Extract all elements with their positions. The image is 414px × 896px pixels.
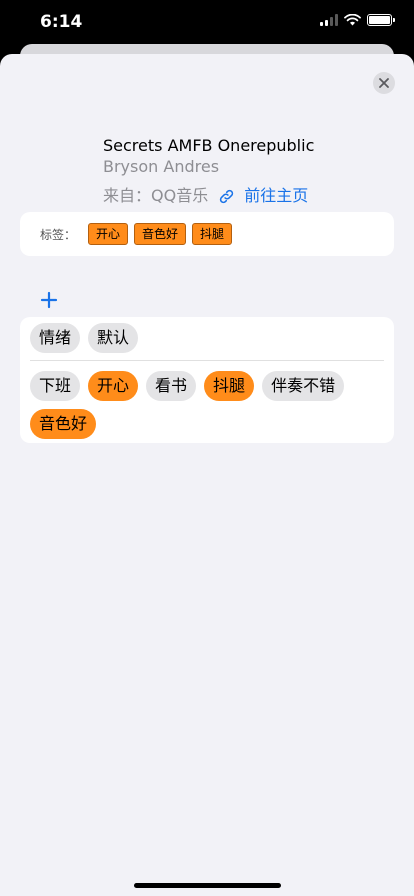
status-time: 6:14 <box>40 12 83 32</box>
current-tag: 抖腿 <box>192 223 233 245</box>
tag-option[interactable]: 音色好 <box>30 409 97 439</box>
tag-group-row: 情绪 默认 <box>30 323 139 353</box>
source-row: 来自：QQ音乐 前往主页 <box>103 186 314 206</box>
tag-option[interactable]: 伴奏不错 <box>262 371 345 401</box>
close-icon <box>379 78 389 88</box>
current-tag: 开心 <box>88 223 129 245</box>
song-info: Secrets AMFB Onerepublic Bryson Andres 来… <box>103 136 314 206</box>
status-icons <box>320 14 395 26</box>
homepage-link[interactable]: 前往主页 <box>244 186 308 206</box>
tag-options: 下班 开心 看书 抖腿 伴奏不错 音色好 <box>30 371 390 439</box>
battery-icon <box>367 14 395 26</box>
tag-group-emotion[interactable]: 情绪 <box>30 323 81 353</box>
home-indicator <box>134 883 281 888</box>
status-bar: 6:14 <box>0 0 414 44</box>
link-icon[interactable] <box>218 188 235 205</box>
song-title: Secrets AMFB Onerepublic <box>103 136 315 155</box>
close-button[interactable] <box>373 72 395 94</box>
tag-selection-panel: 情绪 默认 下班 开心 看书 抖腿 伴奏不错 音色好 <box>20 317 394 443</box>
tag-option[interactable]: 开心 <box>88 371 139 401</box>
tag-group-default[interactable]: 默认 <box>88 323 139 353</box>
wifi-icon <box>344 14 361 26</box>
artist-name: Bryson Andres <box>103 157 220 176</box>
divider <box>30 360 384 361</box>
tag-option[interactable]: 抖腿 <box>204 371 255 401</box>
current-tag: 音色好 <box>134 223 187 245</box>
tags-label: 标签： <box>40 227 77 242</box>
signal-icon <box>320 14 338 26</box>
add-tag-button[interactable] <box>40 291 58 309</box>
plus-icon <box>40 291 58 309</box>
current-tags-card: 标签： 开心 音色好 抖腿 <box>20 212 394 256</box>
tag-editor-sheet: Secrets AMFB Onerepublic Bryson Andres 来… <box>0 54 414 896</box>
tag-option[interactable]: 看书 <box>146 371 197 401</box>
tag-option[interactable]: 下班 <box>30 371 81 401</box>
source-label: 来自：QQ音乐 <box>103 186 209 205</box>
